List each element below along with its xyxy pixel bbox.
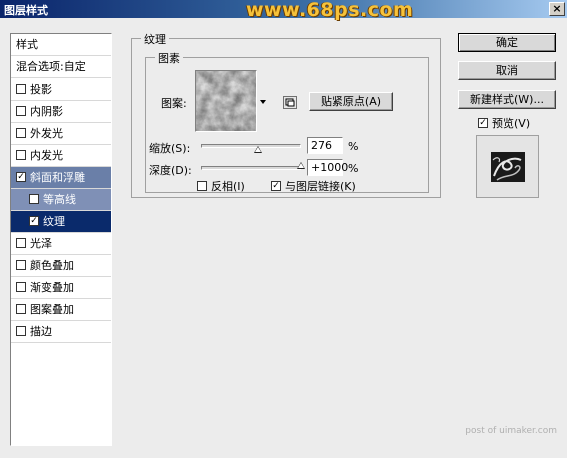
list-item-gradient-overlay[interactable]: 渐变叠加 (11, 277, 111, 299)
list-item-blending-options[interactable]: 混合选项:自定 (11, 56, 111, 78)
new-style-button[interactable]: 新建样式(W)... (458, 90, 556, 109)
checkbox-satin[interactable] (16, 238, 26, 248)
list-item-stroke[interactable]: 描边 (11, 321, 111, 343)
scale-slider-thumb[interactable] (254, 146, 262, 153)
list-item-texture[interactable]: ✓ 纹理 (11, 211, 111, 233)
list-item-contour[interactable]: 等高线 (11, 189, 111, 211)
invert-checkbox[interactable] (197, 181, 207, 191)
snap-to-origin-button[interactable]: 贴紧原点(A) (309, 92, 393, 111)
invert-label: 反相(I) (211, 180, 245, 193)
invert-checkbox-row[interactable]: 反相(I) (197, 178, 245, 194)
elements-subgroup-label: 图素 (155, 50, 183, 66)
checkbox-stroke[interactable] (16, 326, 26, 336)
list-item-bevel-emboss[interactable]: ✓ 斜面和浮雕 (11, 167, 111, 189)
depth-slider-thumb[interactable] (297, 162, 305, 169)
list-item-satin[interactable]: 光泽 (11, 233, 111, 255)
checkbox-bevel-emboss[interactable]: ✓ (16, 172, 26, 182)
style-preview-thumbnail (491, 152, 525, 182)
ok-button[interactable]: 确定 (458, 33, 556, 52)
window-title: 图层样式 (4, 4, 48, 17)
depth-label: 深度(D): (149, 164, 192, 177)
watermark-logo: www.68ps.com (246, 0, 414, 21)
close-button[interactable]: × (549, 2, 565, 16)
list-item-inner-shadow[interactable]: 内阴影 (11, 101, 111, 123)
new-pattern-icon (285, 98, 295, 107)
pattern-label: 图案: (161, 97, 187, 110)
checkbox-inner-glow[interactable] (16, 150, 26, 160)
preview-swirl-icon (492, 157, 522, 181)
depth-unit: % (348, 162, 359, 175)
list-item-inner-glow[interactable]: 内发光 (11, 145, 111, 167)
checkbox-inner-shadow[interactable] (16, 106, 26, 116)
checkbox-outer-glow[interactable] (16, 128, 26, 138)
list-header-styles[interactable]: 样式 (11, 34, 111, 56)
checkbox-texture[interactable]: ✓ (29, 216, 39, 226)
footer-watermark: post of uimaker.com (465, 426, 557, 436)
preview-checkbox-row[interactable]: ✓ 预览(V) (478, 115, 530, 131)
list-item-pattern-overlay[interactable]: 图案叠加 (11, 299, 111, 321)
pattern-swatch[interactable] (195, 70, 257, 132)
scale-slider-track[interactable] (201, 144, 301, 148)
title-bar: 图层样式 www.68ps.com × (0, 0, 567, 21)
preview-label: 预览(V) (492, 117, 531, 130)
texture-group-label: 纹理 (141, 31, 169, 47)
checkbox-drop-shadow[interactable] (16, 84, 26, 94)
scale-unit: % (348, 140, 359, 153)
list-item-outer-glow[interactable]: 外发光 (11, 123, 111, 145)
checkbox-gradient-overlay[interactable] (16, 282, 26, 292)
scale-label: 缩放(S): (149, 142, 191, 155)
pattern-preview-icon (196, 71, 256, 131)
chevron-down-icon (260, 100, 266, 104)
checkbox-contour[interactable] (29, 194, 39, 204)
depth-input[interactable]: +1000 (307, 159, 348, 176)
new-preset-from-pattern-button[interactable] (283, 96, 297, 109)
preview-checkbox[interactable]: ✓ (478, 118, 488, 128)
scale-input[interactable]: 276 (307, 137, 343, 154)
link-with-layer-checkbox[interactable]: ✓ (271, 181, 281, 191)
link-with-layer-row[interactable]: ✓ 与图层链接(K) (271, 178, 356, 194)
pattern-dropdown-button[interactable] (258, 70, 268, 132)
checkbox-color-overlay[interactable] (16, 260, 26, 270)
list-item-drop-shadow[interactable]: 投影 (11, 79, 111, 101)
style-list: 样式 混合选项:自定 投影 内阴影 外发光 内发光 ✓ 斜面和浮雕 等高线 ✓ 纹理… (10, 33, 112, 446)
cancel-button[interactable]: 取消 (458, 61, 556, 80)
checkbox-pattern-overlay[interactable] (16, 304, 26, 314)
depth-slider-track[interactable] (201, 166, 301, 170)
style-preview-box (476, 135, 539, 198)
list-item-color-overlay[interactable]: 颜色叠加 (11, 255, 111, 277)
link-with-layer-label: 与图层链接(K) (285, 180, 356, 193)
